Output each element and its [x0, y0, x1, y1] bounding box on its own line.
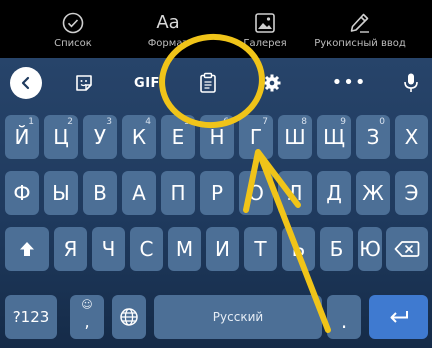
microphone-button[interactable] — [396, 70, 426, 96]
key-н[interactable]: 6Н — [200, 115, 234, 159]
key-л[interactable]: Л — [278, 171, 312, 215]
shift-arrow-icon — [20, 242, 34, 256]
clipboard-button[interactable] — [193, 70, 223, 96]
more-label: ••• — [331, 72, 367, 93]
pen-icon — [347, 10, 373, 36]
enter-key[interactable] — [369, 295, 428, 339]
key-и[interactable]: И — [206, 227, 239, 271]
sticker-button[interactable] — [69, 70, 99, 96]
key-у[interactable]: 3У — [83, 115, 117, 159]
key-с[interactable]: С — [130, 227, 163, 271]
language-key[interactable] — [112, 295, 146, 339]
image-icon — [252, 10, 278, 36]
key-я[interactable]: Я — [54, 227, 87, 271]
chevron-left-icon — [21, 76, 30, 90]
key-ю[interactable]: Ю — [358, 227, 382, 271]
key-э[interactable]: Э — [395, 171, 428, 215]
backspace-key[interactable] — [386, 227, 428, 271]
more-button[interactable]: ••• — [332, 70, 366, 96]
key-о[interactable]: О — [239, 171, 273, 215]
period-key[interactable]: . — [327, 295, 361, 339]
handwriting-button[interactable]: Рукописный ввод — [300, 0, 420, 58]
key-х[interactable]: Х — [395, 115, 428, 159]
key-ч[interactable]: Ч — [92, 227, 125, 271]
key-т[interactable]: Т — [244, 227, 277, 271]
key-в[interactable]: В — [83, 171, 117, 215]
key-ш[interactable]: 8Ш — [278, 115, 312, 159]
microphone-icon — [404, 73, 418, 92]
key-ж[interactable]: Ж — [356, 171, 390, 215]
gif-button[interactable]: GIF — [129, 70, 165, 96]
keyboard: GIF ••• 1Й 2Ц 3У 4К 5Е 6Н 7Г 8Ш 9Щ 0З Х … — [0, 58, 432, 348]
key-б[interactable]: Б — [320, 227, 353, 271]
text-format-icon: Aa — [156, 12, 180, 33]
keyboard-toolbar: GIF ••• — [0, 58, 432, 108]
key-а[interactable]: А — [122, 171, 156, 215]
handwriting-label: Рукописный ввод — [314, 38, 406, 49]
enter-icon — [390, 311, 408, 323]
key-п[interactable]: П — [161, 171, 195, 215]
formatting-bar: Список Aa Формат Галерея Рукописный ввод — [0, 0, 432, 58]
back-button[interactable] — [10, 67, 42, 99]
key-г[interactable]: 7Г — [239, 115, 273, 159]
emoji-hint-icon: ☺ — [81, 298, 93, 311]
key-з[interactable]: 0З — [356, 115, 390, 159]
space-key[interactable]: Русский — [154, 295, 322, 339]
check-circle-icon — [60, 10, 86, 36]
key-й[interactable]: 1Й — [5, 115, 39, 159]
globe-icon — [120, 308, 138, 326]
key-ф[interactable]: Ф — [5, 171, 39, 215]
gif-label: GIF — [134, 75, 160, 91]
comma-key[interactable]: ☺ , — [70, 295, 104, 339]
key-р[interactable]: Р — [200, 171, 234, 215]
key-ы[interactable]: Ы — [44, 171, 78, 215]
gear-icon — [263, 74, 281, 92]
key-к[interactable]: 4К — [122, 115, 156, 159]
backspace-icon — [394, 241, 420, 257]
key-ц[interactable]: 2Ц — [44, 115, 78, 159]
key-м[interactable]: М — [168, 227, 201, 271]
settings-button[interactable] — [257, 70, 287, 96]
key-ь[interactable]: Ь — [282, 227, 315, 271]
key-е[interactable]: 5Е — [161, 115, 195, 159]
key-щ[interactable]: 9Щ — [317, 115, 351, 159]
sticker-icon — [76, 75, 92, 91]
shift-key[interactable] — [5, 227, 49, 271]
key-д[interactable]: Д — [317, 171, 351, 215]
clipboard-icon — [200, 72, 216, 93]
symbols-key[interactable]: ?123 — [5, 295, 57, 339]
